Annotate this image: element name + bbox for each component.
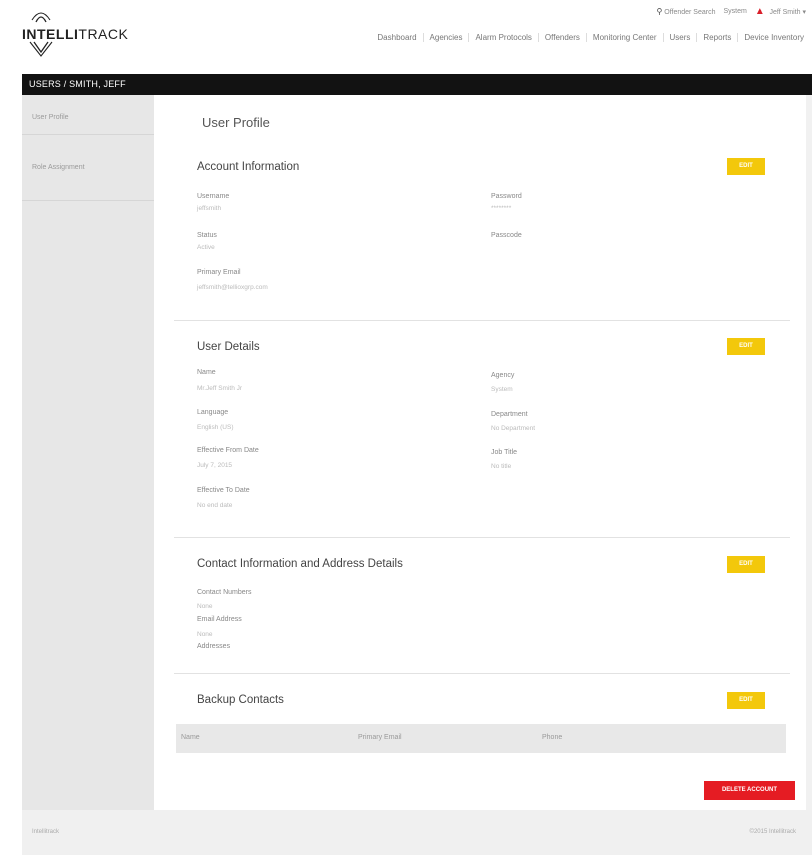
search-icon: ⚲: [656, 7, 663, 16]
notification-count: 2: [758, 10, 762, 16]
password-label: Password: [491, 193, 522, 200]
edit-user-details-button[interactable]: EDIT: [727, 338, 765, 355]
column-header-phone[interactable]: Phone: [542, 734, 562, 741]
sidebar-item-role-assignment[interactable]: Role Assignment: [22, 135, 154, 201]
user-menu[interactable]: Jeff Smith ▾: [770, 8, 806, 16]
agency-value: System: [491, 386, 513, 393]
footer-left-text: Intellitrack: [32, 829, 60, 835]
sidebar: User Profile Role Assignment: [22, 95, 154, 810]
nav-users[interactable]: Users: [662, 33, 697, 42]
section-divider: [174, 673, 790, 674]
sidebar-item-user-profile[interactable]: User Profile: [22, 95, 154, 135]
contact-numbers-value: None: [197, 603, 213, 610]
breadcrumb: USERS / SMITH, JEFF: [22, 74, 812, 95]
contact-numbers-label: Contact Numbers: [197, 589, 252, 596]
email-address-value: None: [197, 631, 213, 638]
department-label: Department: [491, 411, 528, 418]
status-value: Active: [197, 244, 215, 251]
account-info-title: Account Information: [197, 161, 300, 173]
contact-info-title: Contact Information and Address Details: [197, 558, 403, 570]
agency-label: Agency: [491, 372, 515, 379]
edit-backup-contacts-button[interactable]: EDIT: [727, 692, 765, 709]
effective-to-label: Effective To Date: [197, 487, 250, 494]
nav-dashboard[interactable]: Dashboard: [371, 33, 422, 42]
username-value: jeffsmith: [197, 205, 222, 212]
nav-agencies[interactable]: Agencies: [422, 33, 469, 42]
page-footer: Intellitrack ©2015 Intellitrack: [22, 810, 812, 855]
password-value: ********: [491, 205, 512, 212]
profile-panel: User Profile Account Information EDIT Us…: [154, 95, 812, 810]
page-title: User Profile: [202, 115, 270, 130]
effective-from-label: Effective From Date: [197, 447, 259, 454]
primary-email-value: jeffsmith@tellioxgrp.com: [197, 284, 268, 291]
backup-contacts-title: Backup Contacts: [197, 694, 284, 706]
effective-from-value: July 7, 2015: [197, 462, 233, 469]
section-divider: [174, 537, 790, 538]
effective-to-value: No end date: [197, 502, 233, 509]
nav-reports[interactable]: Reports: [696, 33, 737, 42]
job-title-value: No title: [491, 463, 512, 470]
chevron-down-icon: ▾: [802, 8, 806, 16]
name-value: Mr.Jeff Smith Jr: [197, 385, 243, 392]
app-header: INTELLITRACK ⚲ Offender Search System ▲2…: [0, 0, 812, 74]
user-details-title: User Details: [197, 341, 260, 353]
offender-search-link[interactable]: ⚲ Offender Search: [656, 7, 715, 16]
intellitrack-logo[interactable]: INTELLITRACK: [22, 8, 132, 64]
nav-monitoring-center[interactable]: Monitoring Center: [585, 33, 663, 42]
nav-offenders[interactable]: Offenders: [537, 33, 586, 42]
utility-bar: ⚲ Offender Search System ▲2 Jeff Smith ▾: [656, 6, 806, 17]
backup-contacts-table-header: Name Primary Email Phone: [176, 724, 786, 753]
addresses-label: Addresses: [197, 643, 231, 650]
notifications-button[interactable]: ▲2: [755, 6, 765, 17]
edit-contact-button[interactable]: EDIT: [727, 556, 765, 573]
language-value: English (US): [197, 424, 234, 431]
delete-account-button[interactable]: DELETE ACCOUNT: [704, 781, 795, 800]
edit-account-button[interactable]: EDIT: [727, 158, 765, 175]
system-link[interactable]: System: [724, 8, 747, 15]
nav-device-inventory[interactable]: Device Inventory: [737, 33, 810, 42]
primary-email-label: Primary Email: [197, 269, 241, 276]
column-header-primary-email[interactable]: Primary Email: [358, 734, 402, 741]
brand-name: INTELLITRACK: [22, 26, 129, 42]
department-value: No Department: [491, 425, 536, 432]
email-address-label: Email Address: [197, 616, 242, 623]
username-label: Username: [197, 193, 230, 200]
name-label: Name: [197, 369, 216, 376]
footer-copyright: ©2015 Intellitrack: [749, 829, 796, 835]
main-nav: Dashboard Agencies Alarm Protocols Offen…: [371, 33, 810, 42]
section-divider: [174, 320, 790, 321]
language-label: Language: [197, 409, 229, 416]
status-label: Status: [197, 232, 217, 239]
job-title-label: Job Title: [491, 449, 518, 456]
column-header-name[interactable]: Name: [181, 734, 200, 741]
scroll-gutter: [806, 95, 812, 810]
passcode-label: Passcode: [491, 232, 522, 239]
nav-alarm-protocols[interactable]: Alarm Protocols: [468, 33, 537, 42]
